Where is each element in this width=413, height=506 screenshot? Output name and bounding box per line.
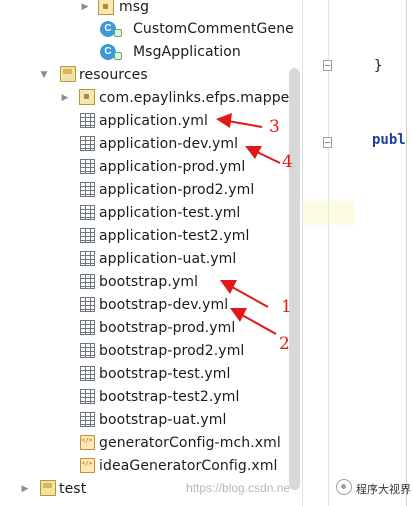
yml-file-icon — [80, 412, 95, 427]
annotation-number-1: 1 — [281, 297, 292, 317]
tree-row-application-test-yml[interactable]: application-test.yml — [0, 201, 302, 224]
yml-file-icon — [80, 113, 95, 128]
tree-row-label: application-test2.yml — [99, 228, 250, 244]
tree-scrollbar[interactable] — [289, 68, 300, 490]
tree-row-label: bootstrap-test2.yml — [99, 389, 240, 405]
wechat-logo-icon — [336, 479, 352, 495]
tree-row-bootstrap-prod2-yml[interactable]: bootstrap-prod2.yml — [0, 339, 302, 362]
tree-row-application-prod2-yml[interactable]: application-prod2.yml — [0, 178, 302, 201]
tree-row-bootstrap-test2-yml[interactable]: bootstrap-test2.yml — [0, 385, 302, 408]
tree-row-label: application-prod2.yml — [99, 182, 255, 198]
fold-marker-icon[interactable] — [323, 60, 332, 71]
code-line-brace: } — [374, 58, 383, 74]
yml-file-icon — [80, 159, 95, 174]
tree-row-label: application-test.yml — [99, 205, 241, 221]
tree-row-label: generatorConfig-mch.xml — [99, 435, 281, 451]
project-tree-panel: ▶ msg C CustomCommentGene C MsgApplicati… — [0, 0, 302, 506]
watermark-url: https://blog.csdn.ne — [186, 481, 291, 495]
tree-row-label: com.epaylinks.efps.mapper — [99, 90, 296, 106]
tree-row-application-test2-yml[interactable]: application-test2.yml — [0, 224, 302, 247]
tree-row-bootstrap-uat-yml[interactable]: bootstrap-uat.yml — [0, 408, 302, 431]
package-icon — [98, 0, 114, 15]
editor-gutter — [303, 0, 355, 506]
yml-file-icon — [80, 274, 95, 289]
lock-icon — [114, 29, 122, 37]
package-icon — [79, 89, 95, 105]
chevron-down-icon[interactable]: ▼ — [39, 70, 49, 80]
tree-row-label: MsgApplication — [133, 44, 241, 60]
yml-file-icon — [80, 366, 95, 381]
tree-row-mapper-package[interactable]: ▶ com.epaylinks.efps.mapper — [0, 86, 302, 109]
yml-file-icon — [80, 205, 95, 220]
tree-row-custom-comment-gene[interactable]: C CustomCommentGene — [0, 17, 302, 40]
fold-marker-icon[interactable] — [323, 137, 332, 148]
tree-row-label: application-uat.yml — [99, 251, 237, 267]
xml-file-icon — [80, 458, 95, 473]
tree-row-label: bootstrap-test.yml — [99, 366, 231, 382]
tree-row-application-prod-yml[interactable]: application-prod.yml — [0, 155, 302, 178]
test-folder-icon — [40, 480, 56, 496]
tree-row-label: bootstrap-dev.yml — [99, 297, 229, 313]
yml-file-icon — [80, 320, 95, 335]
tree-row-application-yml[interactable]: application.yml — [0, 109, 302, 132]
yml-file-icon — [80, 251, 95, 266]
tree-row-resources[interactable]: ▼ resources — [0, 63, 302, 86]
tree-row-msg[interactable]: ▶ msg — [0, 0, 302, 18]
yml-file-icon — [80, 228, 95, 243]
annotation-number-3: 3 — [269, 117, 280, 137]
tree-row-label: test — [59, 481, 87, 497]
tree-row-generator-config-mch-xml[interactable]: generatorConfig-mch.xml — [0, 431, 302, 454]
tree-row-label: ideaGeneratorConfig.xml — [99, 458, 278, 474]
xml-file-icon — [80, 435, 95, 450]
yml-file-icon — [80, 389, 95, 404]
yml-file-icon — [80, 343, 95, 358]
chevron-right-icon[interactable]: ▶ — [60, 93, 70, 103]
chevron-right-icon[interactable]: ▶ — [80, 2, 90, 12]
code-editor[interactable] — [355, 0, 413, 506]
code-line-keyword: publ — [372, 132, 406, 148]
tree-row-label: bootstrap.yml — [99, 274, 199, 290]
annotation-number-2: 2 — [279, 334, 290, 354]
annotation-number-4: 4 — [282, 152, 293, 172]
tree-row-label: bootstrap-uat.yml — [99, 412, 227, 428]
tree-row-label: bootstrap-prod.yml — [99, 320, 236, 336]
tree-row-label: bootstrap-prod2.yml — [99, 343, 245, 359]
tree-row-bootstrap-yml[interactable]: bootstrap.yml — [0, 270, 302, 293]
tree-row-bootstrap-test-yml[interactable]: bootstrap-test.yml — [0, 362, 302, 385]
resources-folder-icon — [60, 66, 76, 82]
tree-row-msg-application[interactable]: C MsgApplication — [0, 40, 302, 63]
editor-right-margin — [406, 0, 407, 506]
tree-row-label: msg — [119, 0, 150, 15]
tree-row-label: application-prod.yml — [99, 159, 246, 175]
yml-file-icon — [80, 182, 95, 197]
lock-icon — [114, 52, 122, 60]
yml-file-icon — [80, 297, 95, 312]
tree-row-application-dev-yml[interactable]: application-dev.yml — [0, 132, 302, 155]
watermark-brand: 程序大视界 — [356, 483, 411, 496]
tree-row-bootstrap-dev-yml[interactable]: bootstrap-dev.yml — [0, 293, 302, 316]
tree-row-idea-generator-config-xml[interactable]: ideaGeneratorConfig.xml — [0, 454, 302, 477]
tree-row-application-uat-yml[interactable]: application-uat.yml — [0, 247, 302, 270]
gutter-separator — [328, 0, 329, 506]
chevron-right-icon[interactable]: ▶ — [20, 484, 30, 494]
tree-row-label: resources — [79, 67, 148, 83]
tree-row-label: application.yml — [99, 113, 208, 129]
tree-row-label: application-dev.yml — [99, 136, 239, 152]
tree-row-label: CustomCommentGene — [133, 21, 294, 37]
yml-file-icon — [80, 136, 95, 151]
tree-row-bootstrap-prod-yml[interactable]: bootstrap-prod.yml — [0, 316, 302, 339]
